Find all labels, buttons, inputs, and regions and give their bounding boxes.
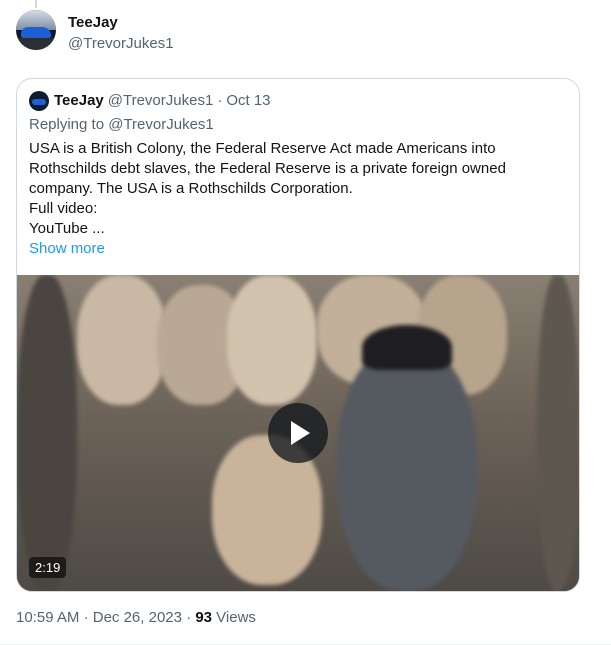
separator-dot: · — [186, 609, 192, 626]
quoted-avatar — [29, 91, 49, 111]
quoted-date: Oct 13 — [226, 92, 271, 109]
separator-dot: · — [217, 92, 223, 109]
quoted-handle: @TrevorJukes1 — [107, 92, 214, 109]
text-line: YouTube ... — [29, 220, 105, 237]
tweet-author: TeeJay @TrevorJukes1 — [16, 10, 174, 54]
author-display-name[interactable]: TeeJay — [68, 13, 174, 33]
separator-dot: · — [83, 609, 89, 626]
replying-to: Replying to @TrevorJukes1 — [29, 115, 214, 135]
avatar[interactable] — [16, 10, 56, 50]
text-line: USA is a British Colony, the Federal Res… — [29, 140, 496, 157]
author-handle[interactable]: @TrevorJukes1 — [68, 34, 174, 54]
show-more-link[interactable]: Show more — [29, 239, 105, 259]
thread-line — [35, 0, 37, 8]
tweet-date[interactable]: Dec 26, 2023 — [93, 609, 182, 626]
views-count: 93 — [195, 609, 212, 626]
author-names: TeeJay @TrevorJukes1 — [68, 13, 174, 54]
quoted-tweet-text: USA is a British Colony, the Federal Res… — [29, 139, 559, 239]
play-button[interactable] — [268, 403, 328, 463]
replying-to-handle: @TrevorJukes1 — [108, 116, 214, 133]
text-line: Full video: — [29, 200, 98, 217]
text-line: Rothschilds debt slaves, the Federal Res… — [29, 160, 506, 177]
replying-to-label: Replying to — [29, 116, 105, 133]
quoted-display-name: TeeJay — [54, 92, 104, 109]
tweet-time[interactable]: 10:59 AM — [16, 609, 79, 626]
video-player[interactable]: 2:19 — [17, 275, 579, 591]
quoted-tweet-card[interactable]: TeeJay @TrevorJukes1 · Oct 13 Replying t… — [16, 78, 580, 592]
video-duration: 2:19 — [29, 557, 67, 578]
views-label: Views — [216, 609, 256, 626]
text-line: company. The USA is a Rothschilds Corpor… — [29, 180, 353, 197]
quoted-tweet-header: TeeJay @TrevorJukes1 · Oct 13 — [29, 91, 271, 111]
play-icon — [291, 421, 310, 445]
tweet-meta: 10:59 AM · Dec 26, 2023 · 93 Views — [16, 608, 256, 628]
